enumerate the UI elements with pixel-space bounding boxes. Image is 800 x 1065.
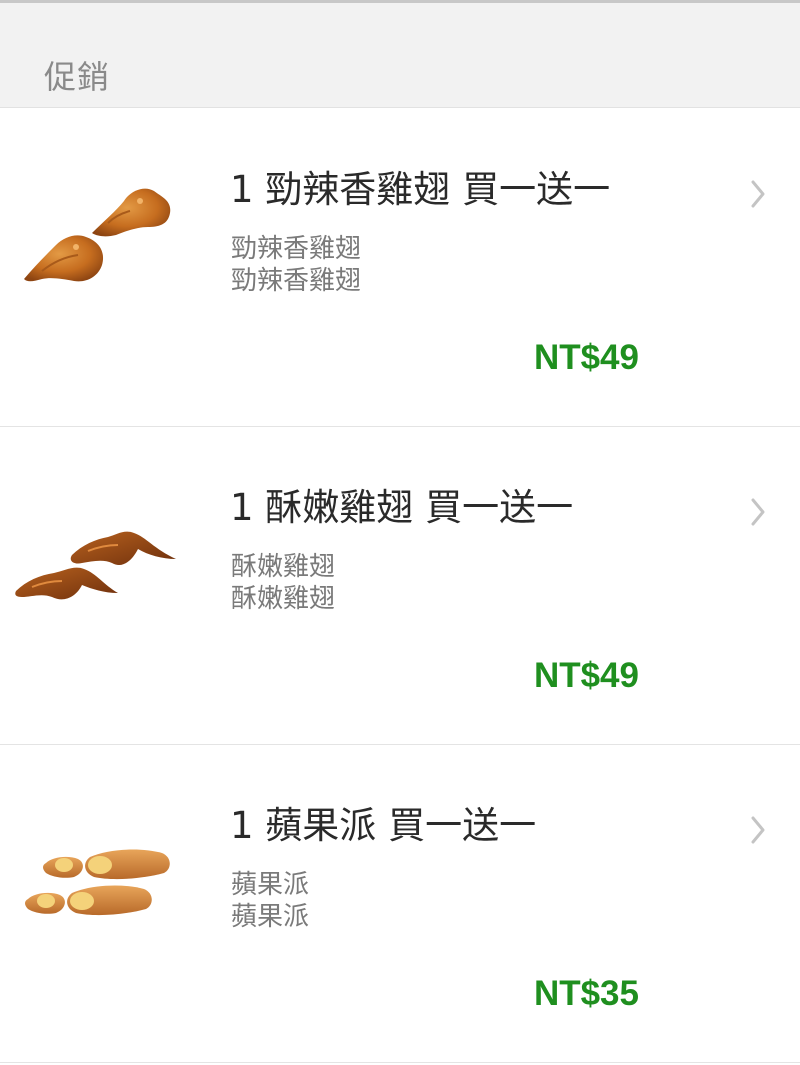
item-description-line: 酥嫩雞翅 bbox=[231, 552, 336, 582]
apple-pie-image bbox=[12, 807, 184, 927]
item-description-line: 蘋果派 bbox=[231, 870, 310, 900]
item-description-line: 蘋果派 bbox=[231, 902, 310, 932]
item-description: 勁辣香雞翅 勁辣香雞翅 bbox=[231, 233, 361, 297]
item-title: 1 勁辣香雞翅 買一送一 bbox=[230, 168, 611, 211]
promo-item-crispy-wings[interactable]: 1 酥嫩雞翅 買一送一 酥嫩雞翅 酥嫩雞翅 NT$49 bbox=[0, 427, 800, 745]
item-description-line: 勁辣香雞翅 bbox=[231, 234, 362, 264]
spicy-chicken-wings-image bbox=[12, 171, 184, 291]
item-title: 1 蘋果派 買一送一 bbox=[230, 804, 537, 847]
section-header: 促銷 bbox=[0, 3, 800, 108]
item-title: 1 酥嫩雞翅 買一送一 bbox=[230, 486, 574, 529]
item-description-line: 勁辣香雞翅 bbox=[231, 266, 362, 296]
promo-item-spicy-wings[interactable]: 1 勁辣香雞翅 買一送一 勁辣香雞翅 勁辣香雞翅 NT$49 bbox=[0, 109, 800, 427]
item-description: 酥嫩雞翅 酥嫩雞翅 bbox=[231, 551, 335, 615]
chevron-right-icon bbox=[748, 813, 768, 847]
item-description: 蘋果派 蘋果派 bbox=[231, 869, 309, 933]
item-price: NT$35 bbox=[533, 974, 639, 1013]
chevron-right-icon bbox=[748, 177, 768, 211]
item-description-line: 酥嫩雞翅 bbox=[231, 584, 336, 614]
promo-item-apple-pie[interactable]: 1 蘋果派 買一送一 蘋果派 蘋果派 NT$35 bbox=[0, 745, 800, 1063]
crispy-chicken-wings-image bbox=[12, 489, 184, 609]
item-price: NT$49 bbox=[533, 656, 639, 695]
item-price: NT$49 bbox=[533, 338, 639, 377]
section-title: 促銷 bbox=[44, 58, 111, 96]
chevron-right-icon bbox=[748, 495, 768, 529]
